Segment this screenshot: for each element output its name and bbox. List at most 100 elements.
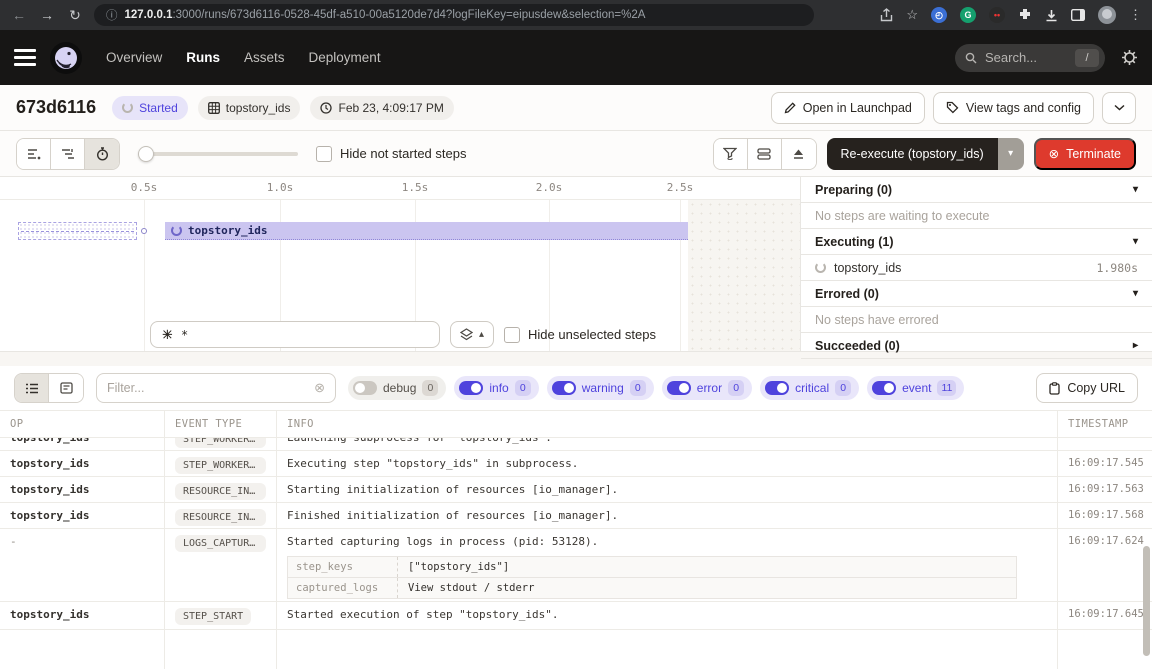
bookmark-star-icon[interactable]: ☆ (906, 7, 918, 23)
hide-unselected-checkbox[interactable] (504, 327, 520, 343)
gantt-zoom-slider[interactable] (138, 152, 298, 156)
metadata-value: ["topstory_ids"] (398, 557, 1016, 577)
hide-not-started-checkbox[interactable] (316, 146, 332, 162)
browser-reload-icon[interactable]: ↻ (66, 7, 84, 24)
collapse-rows-icon[interactable] (748, 139, 782, 169)
level-toggle-debug[interactable]: debug 0 (348, 376, 446, 400)
op-selector-icon (161, 328, 174, 341)
url-path: :3000/runs/673d6116-0528-45df-a510-00a51… (172, 9, 645, 21)
log-row[interactable]: - LOGS_CAPTURED Started capturing logs i… (0, 529, 1152, 602)
nav-item-overview[interactable]: Overview (106, 50, 162, 65)
nav-item-deployment[interactable]: Deployment (309, 50, 381, 65)
log-row[interactable]: topstory_ids STEP_WORKER_STARTING Launch… (0, 438, 1152, 451)
event-log-table: OP EVENT TYPE INFO TIMESTAMP topstory_id… (0, 410, 1152, 669)
tag-icon (946, 101, 959, 114)
log-row[interactable]: topstory_ids RESOURCE_INIT_SUCCESS Finis… (0, 503, 1152, 529)
level-toggle-event[interactable]: event 11 (867, 376, 964, 400)
step-duration: 1.980s (1096, 261, 1138, 275)
dagster-logo[interactable] (50, 42, 82, 74)
log-filter-field[interactable]: ⊗ (96, 373, 336, 403)
panel-section-executing[interactable]: Executing (1)▾ (801, 229, 1152, 255)
captured-logs-link[interactable]: View stdout / stderr (398, 578, 1016, 598)
log-list-view-icon[interactable] (15, 374, 49, 402)
extension-grammarly-icon[interactable]: G (960, 7, 976, 23)
log-structured-view-icon[interactable] (49, 374, 83, 402)
nav-item-runs[interactable]: Runs (186, 50, 220, 65)
event-type-chip: RESOURCE_INIT_STARTED (175, 483, 266, 500)
run-more-actions-button[interactable] (1102, 92, 1136, 124)
metadata-key: captured_logs (288, 578, 398, 598)
clear-filter-icon[interactable]: ⊗ (314, 380, 325, 396)
op-selector-input[interactable] (181, 328, 429, 342)
view-flat-icon[interactable] (17, 139, 51, 169)
panel-section-succeeded[interactable]: Succeeded (0)▸ (801, 333, 1152, 359)
level-toggle-warning[interactable]: warning 0 (547, 376, 654, 400)
hide-unselected-option[interactable]: Hide unselected steps (504, 327, 656, 343)
settings-gear-icon[interactable] (1121, 49, 1138, 66)
browser-back-icon[interactable]: ← (10, 7, 28, 23)
level-toggle-critical[interactable]: critical 0 (760, 376, 859, 400)
step-spinner-icon (171, 225, 182, 236)
panel-empty-text: No steps have errored (801, 307, 1152, 333)
extension-dark-icon[interactable]: •• (989, 7, 1005, 23)
run-id: 673d6116 (16, 97, 96, 118)
extensions-puzzle-icon[interactable] (1018, 8, 1032, 22)
caret-down-icon: ▾ (1133, 288, 1138, 299)
log-table-empty-space (0, 630, 1152, 669)
browser-profile-avatar[interactable] (1098, 6, 1116, 24)
panel-step-row[interactable]: topstory_ids 1.980s (801, 255, 1152, 281)
graph-query-toggle-button[interactable]: ▴ (450, 321, 494, 348)
share-icon[interactable] (880, 8, 893, 22)
level-toggle-error[interactable]: error 0 (662, 376, 752, 400)
log-row[interactable]: topstory_ids STEP_WORKER_STARTED Executi… (0, 451, 1152, 477)
reexecute-split-button: Re-execute (topstory_ids) ▾ (827, 138, 1024, 170)
chevron-up-icon: ▴ (479, 329, 484, 340)
nav-item-assets[interactable]: Assets (244, 50, 285, 65)
level-count: 11 (937, 380, 956, 396)
gantt-bar-label: topstory_ids (188, 224, 267, 237)
site-info-icon[interactable]: ⓘ (106, 7, 118, 23)
level-toggle-info[interactable]: info 0 (454, 376, 538, 400)
browser-chrome: ← → ↻ ⓘ 127.0.0.1:3000/runs/673d6116-052… (0, 0, 1152, 30)
search-shortcut-key: / (1075, 49, 1099, 67)
log-row[interactable]: topstory_ids RESOURCE_INIT_STARTED Start… (0, 477, 1152, 503)
browser-forward-icon[interactable]: → (38, 7, 56, 23)
open-in-launchpad-button[interactable]: Open in Launchpad (771, 92, 925, 124)
filter-funnel-icon[interactable] (714, 139, 748, 169)
log-row[interactable]: topstory_ids STEP_START Started executio… (0, 602, 1152, 630)
run-gantt-section: 0.5s 1.0s 1.5s 2.0s 2.5s topstory_ids (0, 177, 1152, 352)
hamburger-menu-icon[interactable] (14, 49, 36, 66)
step-status-panel: Preparing (0)▾ No steps are waiting to e… (800, 177, 1152, 351)
panel-section-preparing[interactable]: Preparing (0)▾ (801, 177, 1152, 203)
metadata-key: step_keys (288, 557, 398, 577)
level-count: 0 (630, 380, 646, 396)
url-host: 127.0.0.1 (125, 9, 173, 21)
log-scrollbar-thumb[interactable] (1143, 546, 1150, 656)
eject-top-icon[interactable] (782, 139, 816, 169)
gantt-step-bar[interactable]: topstory_ids (165, 222, 688, 240)
view-waterfall-icon[interactable] (51, 139, 85, 169)
terminate-button[interactable]: ⊗ Terminate (1034, 138, 1136, 170)
view-tags-config-button[interactable]: View tags and config (933, 92, 1094, 124)
gantt-chart: 0.5s 1.0s 1.5s 2.0s 2.5s topstory_ids (0, 177, 800, 351)
toggle-switch (667, 381, 691, 395)
reexecute-button[interactable]: Re-execute (topstory_ids) (827, 138, 998, 170)
slider-knob[interactable] (138, 146, 154, 162)
browser-address-bar[interactable]: ⓘ 127.0.0.1:3000/runs/673d6116-0528-45df… (94, 4, 814, 26)
view-timed-icon[interactable] (85, 139, 119, 169)
caret-down-icon: ▾ (1133, 236, 1138, 247)
job-name-badge[interactable]: topstory_ids (198, 96, 301, 120)
extension-clock-icon[interactable]: ◴ (931, 7, 947, 23)
downloads-icon[interactable] (1045, 9, 1058, 22)
event-type-chip: RESOURCE_INIT_SUCCESS (175, 509, 266, 526)
panel-section-errored[interactable]: Errored (0)▾ (801, 281, 1152, 307)
sidebar-panel-icon[interactable] (1071, 9, 1085, 21)
browser-menu-icon[interactable]: ⋮ (1129, 7, 1142, 23)
log-filter-input[interactable] (107, 381, 306, 395)
op-selector-field[interactable] (150, 321, 440, 348)
log-toolbar: ⊗ debug 0 info 0 warning 0 error 0 criti… (0, 366, 1152, 410)
reexecute-dropdown-caret[interactable]: ▾ (998, 138, 1024, 170)
copy-url-button[interactable]: Copy URL (1036, 373, 1138, 403)
hide-not-started-option[interactable]: Hide not started steps (316, 146, 466, 162)
global-search-input[interactable]: Search... / (955, 44, 1105, 72)
